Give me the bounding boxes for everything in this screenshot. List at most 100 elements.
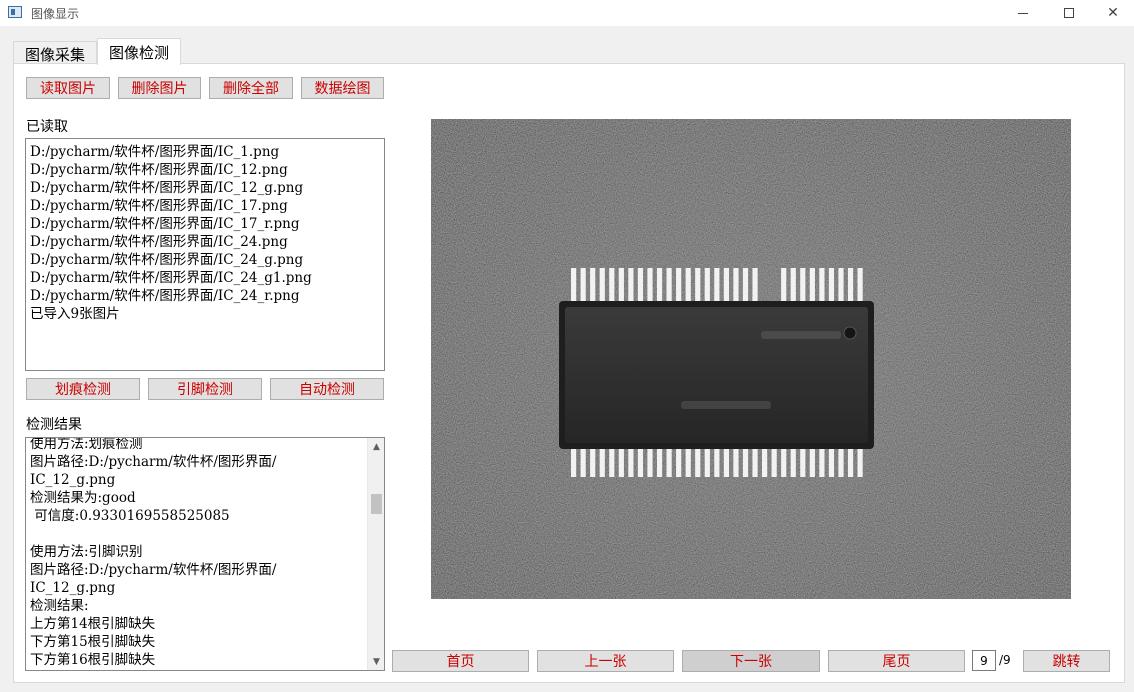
chip-pin xyxy=(618,268,624,301)
maximize-button[interactable] xyxy=(1046,0,1092,26)
results-scrollbar[interactable]: ▲ ▼ xyxy=(367,438,384,670)
page-number-input[interactable]: 9 xyxy=(972,650,996,671)
chip-pin xyxy=(790,449,796,477)
first-page-button[interactable]: 首页 xyxy=(392,650,529,672)
detected-image-view xyxy=(431,119,1071,599)
chip-pin xyxy=(752,449,758,477)
chip-pin xyxy=(714,268,720,301)
app-window-icon xyxy=(8,6,22,18)
result-line: IC_12_g.png xyxy=(30,472,116,488)
loaded-files-textbox[interactable]: D:/pycharm/软件杯/图形界面/IC_1.png D:/pycharm/… xyxy=(25,138,385,371)
chip-pin xyxy=(609,449,615,477)
result-line: 可信度:0.9330169558525085 xyxy=(30,508,230,524)
chip-pin xyxy=(819,268,825,301)
close-icon: ✕ xyxy=(1107,5,1119,21)
loaded-line: D:/pycharm/软件杯/图形界面/IC_24.png xyxy=(30,234,288,250)
chip-pin xyxy=(637,449,644,477)
loaded-line: D:/pycharm/软件杯/图形界面/IC_12_g.png xyxy=(30,180,304,196)
chip-pin xyxy=(809,268,815,301)
results-textbox[interactable]: 使用方法:划痕检测 图片路径:D:/pycharm/软件杯/图形界面/ IC_1… xyxy=(25,437,385,671)
loaded-heading: 已读取 xyxy=(26,119,68,135)
scratch-detect-button[interactable]: 划痕检测 xyxy=(26,378,140,400)
chip-pin xyxy=(599,268,605,301)
minimize-button[interactable] xyxy=(1000,0,1046,26)
chip-pin xyxy=(609,268,615,301)
chip-pin xyxy=(781,449,787,477)
title-bar: 图像显示 ✕ xyxy=(0,0,1134,26)
loaded-line: D:/pycharm/软件杯/图形界面/IC_24_g1.png xyxy=(30,270,312,286)
chip-pin xyxy=(857,449,863,477)
chip-pin xyxy=(590,449,596,477)
pin-detect-button[interactable]: 引脚检测 xyxy=(148,378,262,400)
scroll-down-arrow-icon[interactable]: ▼ xyxy=(368,653,384,670)
chip-pin xyxy=(666,449,672,477)
chip-pin xyxy=(571,268,577,301)
read-image-button[interactable]: 读取图片 xyxy=(26,77,110,99)
chip-pin xyxy=(847,449,854,477)
chip-pin xyxy=(733,449,739,477)
chip-pin xyxy=(857,268,863,301)
last-page-button[interactable]: 尾页 xyxy=(828,650,965,672)
chip-pin xyxy=(676,449,682,477)
chip-pin xyxy=(742,268,749,301)
result-line xyxy=(30,525,365,543)
chip-pin xyxy=(637,268,644,301)
delete-all-button[interactable]: 删除全部 xyxy=(209,77,293,99)
tab-image-detection[interactable]: 图像检测 xyxy=(97,38,182,65)
result-line: 图片路径:D:/pycharm/软件杯/图形界面/ xyxy=(30,454,277,470)
loaded-line: D:/pycharm/软件杯/图形界面/IC_12.png xyxy=(30,162,288,178)
chip-pin xyxy=(666,268,672,301)
loaded-line: D:/pycharm/软件杯/图形界面/IC_24_r.png xyxy=(30,288,300,304)
loaded-count-line: 已导入9张图片 xyxy=(30,306,120,322)
close-button[interactable]: ✕ xyxy=(1090,0,1134,26)
chip-pin xyxy=(800,268,806,301)
chip-body xyxy=(565,307,868,443)
chip-pin xyxy=(828,449,835,477)
scrollbar-thumb[interactable] xyxy=(371,494,382,514)
chip-pin xyxy=(647,268,653,301)
result-line: 下方第16根引脚缺失 xyxy=(30,652,156,668)
result-line: 检测结果为:good xyxy=(30,490,136,506)
chip-pin xyxy=(771,449,777,477)
loaded-line: D:/pycharm/软件杯/图形界面/IC_17_r.png xyxy=(30,216,300,232)
jump-button[interactable]: 跳转 xyxy=(1023,650,1110,672)
result-line: IC_12_g.png xyxy=(30,580,116,596)
minimize-icon xyxy=(1018,12,1028,14)
chip-pin1-marker xyxy=(843,326,857,340)
prev-image-button[interactable]: 上一张 xyxy=(537,650,674,672)
chip-pin xyxy=(723,268,729,301)
chip-pin xyxy=(809,449,815,477)
results-heading: 检测结果 xyxy=(26,417,82,433)
chip-pin xyxy=(781,268,787,301)
loaded-line: D:/pycharm/软件杯/图形界面/IC_24_g.png xyxy=(30,252,304,268)
chip-pin xyxy=(656,268,663,301)
chip-pin xyxy=(656,449,663,477)
page-total: /9 xyxy=(999,653,1011,667)
chip-pin xyxy=(723,449,729,477)
delete-image-button[interactable]: 删除图片 xyxy=(118,77,201,99)
chip-pin xyxy=(571,449,577,477)
chip-pin xyxy=(685,268,691,301)
loaded-line: D:/pycharm/软件杯/图形界面/IC_17.png xyxy=(30,198,288,214)
chip-pin xyxy=(628,449,634,477)
chip-pin xyxy=(742,449,749,477)
window-title: 图像显示 xyxy=(31,7,80,21)
chip-pin xyxy=(590,268,596,301)
chip-pin xyxy=(838,268,844,301)
result-line: 图片路径:D:/pycharm/软件杯/图形界面/ xyxy=(30,562,277,578)
chip-pin xyxy=(695,268,701,301)
chip-pin xyxy=(847,268,854,301)
next-image-button[interactable]: 下一张 xyxy=(682,650,820,672)
chip-pin xyxy=(695,449,701,477)
chip-pin xyxy=(676,268,682,301)
result-line: 检测结果: xyxy=(30,598,89,614)
chip-pin xyxy=(790,268,796,301)
auto-detect-button[interactable]: 自动检测 xyxy=(270,378,384,400)
scroll-up-arrow-icon[interactable]: ▲ xyxy=(368,438,384,455)
plot-data-button[interactable]: 数据绘图 xyxy=(301,77,384,99)
result-line: 上方第14根引脚缺失 xyxy=(30,616,156,632)
chip-pin xyxy=(704,449,710,477)
result-line: 下方第15根引脚缺失 xyxy=(30,634,156,650)
chip-pin xyxy=(838,449,844,477)
chip-pin xyxy=(714,449,720,477)
